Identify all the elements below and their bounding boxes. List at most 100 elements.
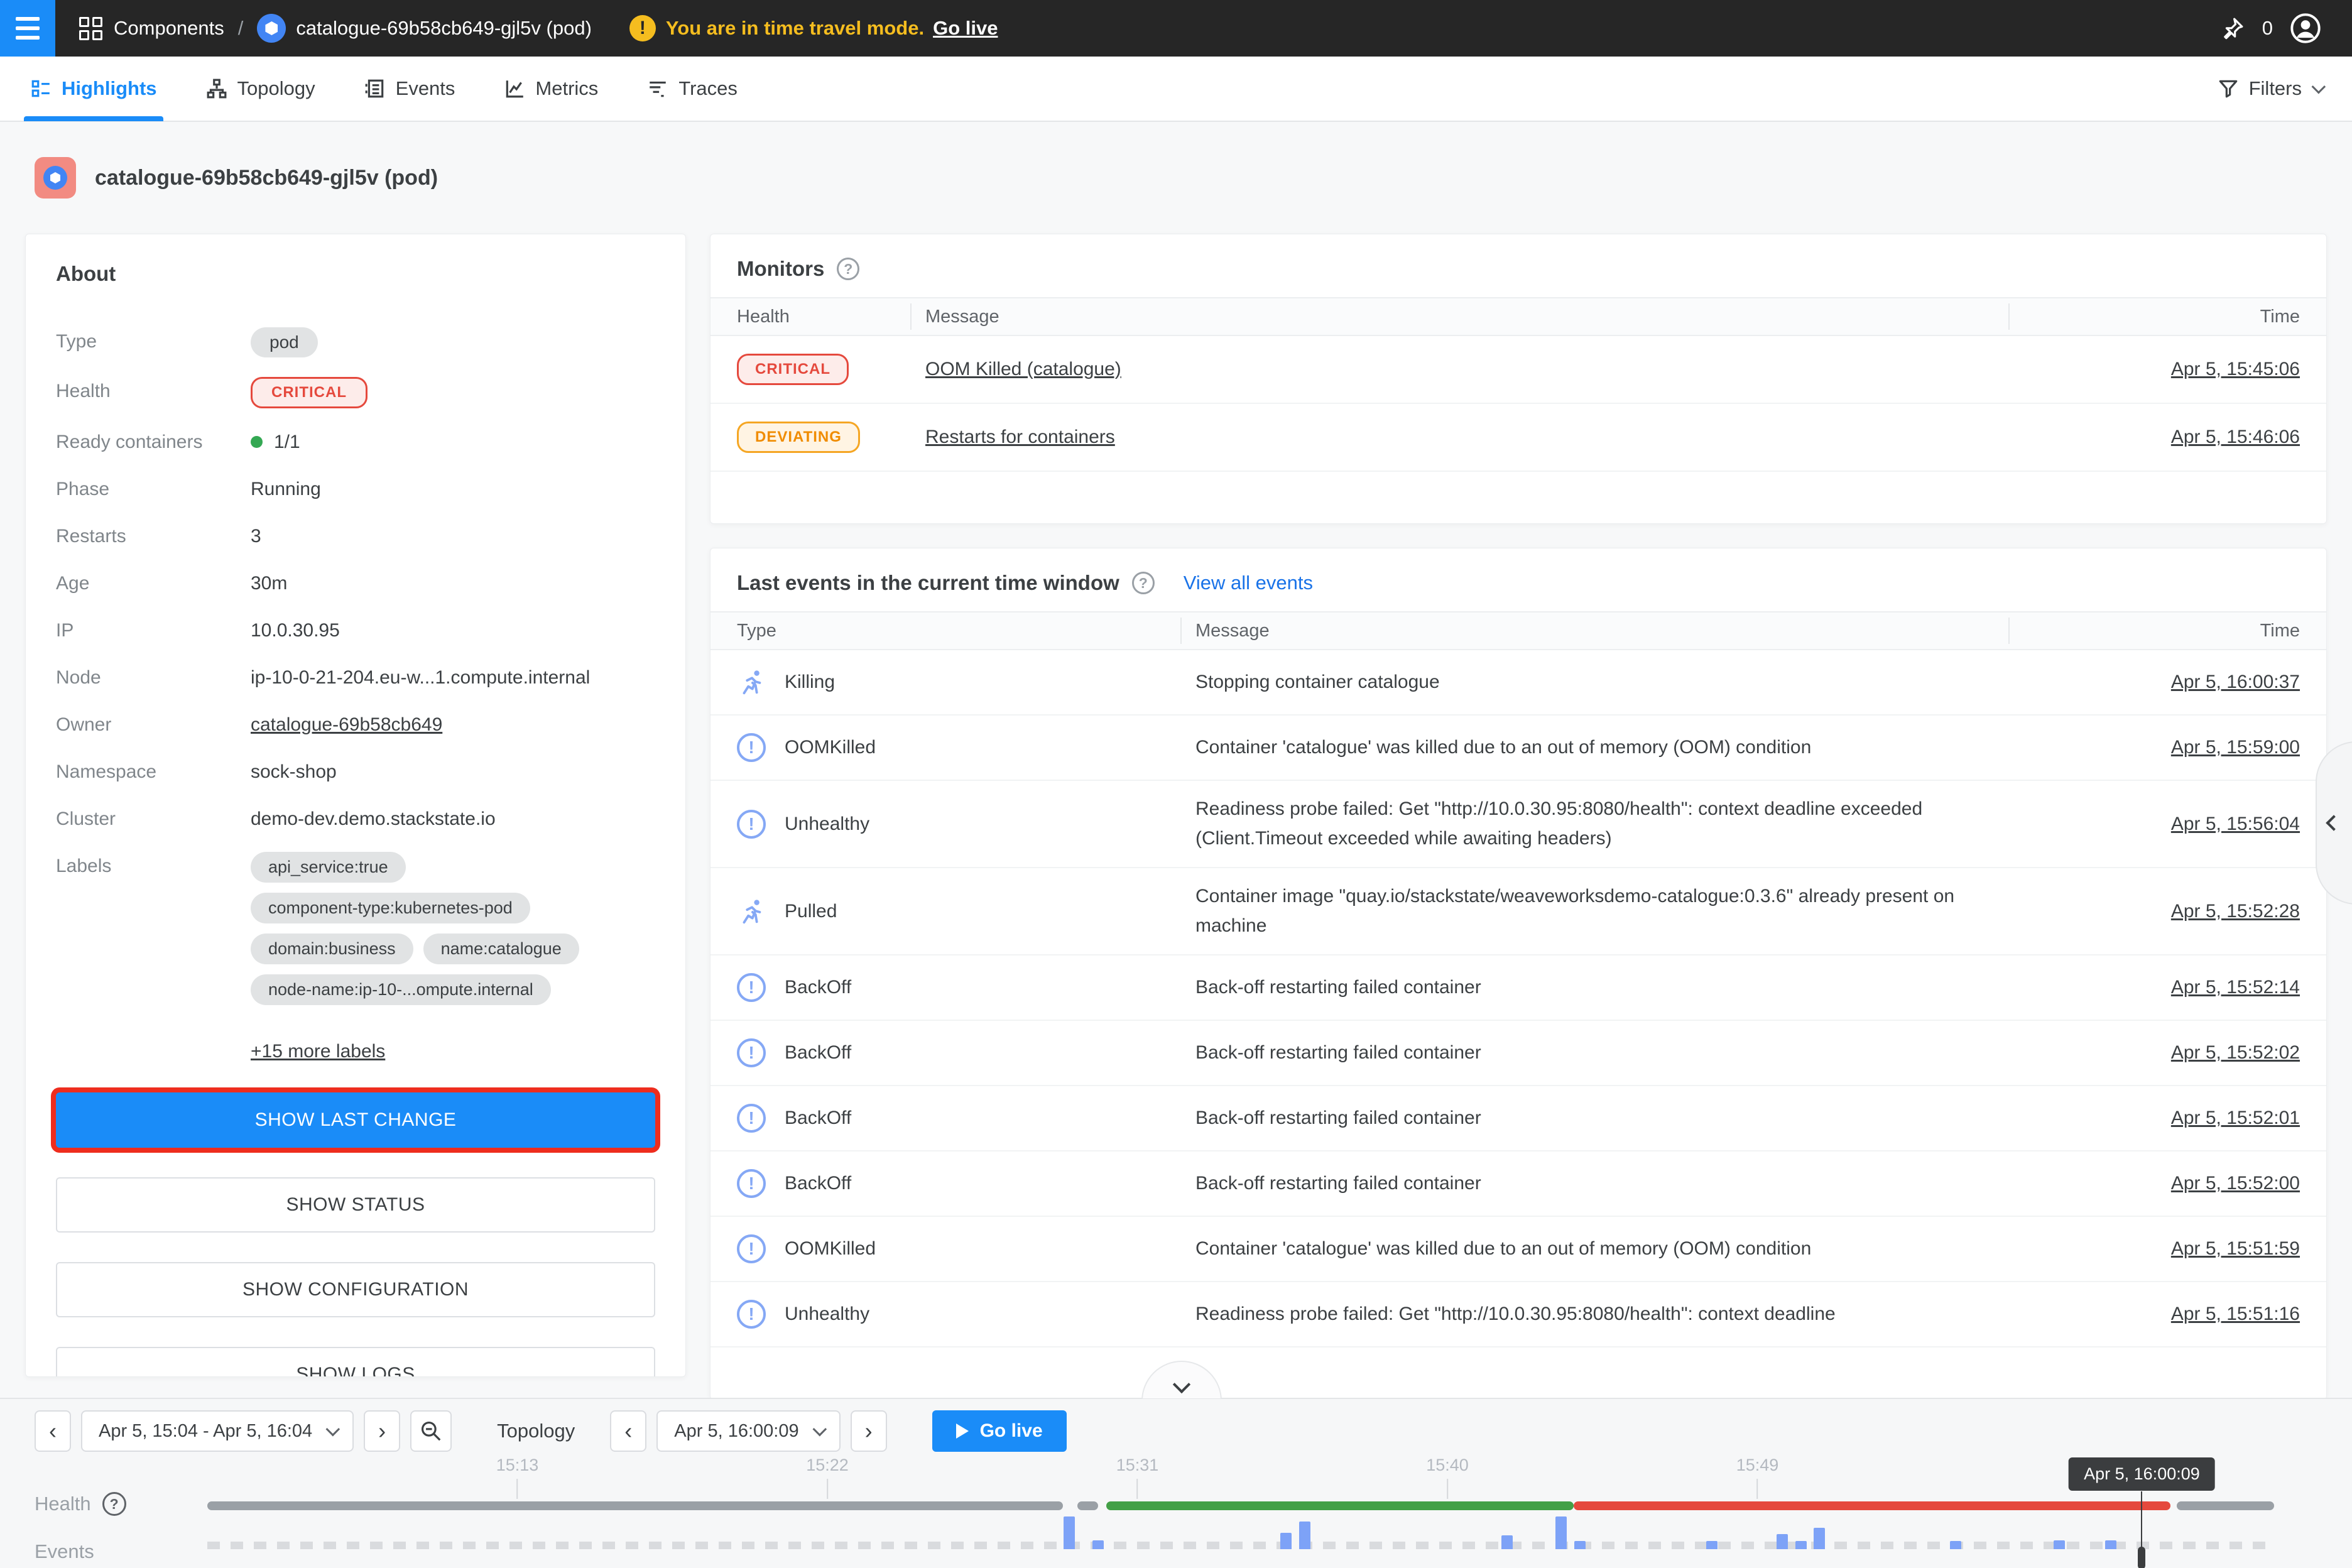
labels-pills: api_service:truecomponent-type:kubernete… bbox=[251, 852, 653, 1005]
go-live-link[interactable]: Go live bbox=[933, 17, 998, 40]
about-actions: SHOW LAST CHANGE SHOW STATUS SHOW CONFIGUR… bbox=[56, 1092, 655, 1377]
components-grid-icon bbox=[79, 17, 102, 40]
traces-icon bbox=[647, 78, 668, 99]
event-histogram-bar bbox=[1092, 1540, 1104, 1549]
table-row: ! BackOff Back-off restarting failed con… bbox=[710, 1152, 2326, 1217]
event-histogram-bar bbox=[1501, 1535, 1513, 1549]
help-icon[interactable]: ? bbox=[102, 1492, 126, 1516]
event-histogram-bar bbox=[1950, 1541, 1961, 1549]
tab-topology[interactable]: Topology bbox=[206, 56, 315, 121]
time-travel-warning-icon: ! bbox=[629, 15, 656, 41]
event-type-icon: ! bbox=[737, 1038, 766, 1067]
event-type: BackOff bbox=[785, 1042, 851, 1064]
range-prev-button[interactable]: ‹ bbox=[35, 1410, 71, 1452]
pin-icon[interactable] bbox=[2219, 15, 2246, 41]
marker-drag-handle[interactable] bbox=[2138, 1547, 2145, 1568]
timestamp-link[interactable]: Apr 5, 15:51:16 bbox=[2171, 1304, 2300, 1324]
about-row: Owner catalogue-69b58cb649 bbox=[56, 710, 655, 738]
timestamp-link[interactable]: Apr 5, 15:56:04 bbox=[2171, 814, 2300, 834]
axis-tick: 15:13 bbox=[496, 1456, 539, 1499]
label-pill: name:catalogue bbox=[423, 934, 579, 964]
table-row: ! BackOff Back-off restarting failed con… bbox=[710, 1021, 2326, 1086]
timestamp-link[interactable]: Apr 5, 15:52:02 bbox=[2171, 1042, 2300, 1063]
event-type-icon: ! bbox=[737, 1169, 766, 1198]
timestamp-link[interactable]: Apr 5, 15:52:00 bbox=[2171, 1173, 2300, 1194]
alert-circle-icon: ! bbox=[737, 1234, 766, 1263]
event-histogram-bar bbox=[1280, 1533, 1292, 1549]
chevron-down-icon bbox=[1173, 1376, 1190, 1393]
timestamp-link[interactable]: Apr 5, 16:00:37 bbox=[2171, 672, 2300, 692]
axis-tick: 15:22 bbox=[806, 1456, 849, 1499]
timestamp-link[interactable]: Apr 5, 15:52:14 bbox=[2171, 977, 2300, 998]
event-type: Unhealthy bbox=[785, 1304, 869, 1325]
monitors-panel: Monitors ? Health Message Time CRITICAL … bbox=[710, 234, 2327, 524]
timestamp-link[interactable]: Apr 5, 15:52:01 bbox=[2171, 1108, 2300, 1128]
timestamp-link[interactable]: Apr 5, 15:51:59 bbox=[2171, 1238, 2300, 1259]
monitor-link[interactable]: Restarts for containers bbox=[925, 427, 1115, 447]
timeline-chart[interactable]: 15:13 15:22 15:31 15:40 15:49 bbox=[207, 1399, 2274, 1568]
event-type-icon: ! bbox=[737, 897, 766, 926]
event-type: BackOff bbox=[785, 977, 851, 998]
breadcrumb-root[interactable]: Components bbox=[114, 17, 224, 40]
alert-circle-icon: ! bbox=[737, 733, 766, 762]
user-avatar-icon[interactable] bbox=[2289, 12, 2322, 45]
show-status-button[interactable]: SHOW STATUS bbox=[56, 1177, 655, 1233]
collapse-timeline-button[interactable] bbox=[1141, 1361, 1222, 1398]
table-row: ! Killing Stopping container catalogue A… bbox=[710, 650, 2326, 716]
about-row-labels: Labels api_service:truecomponent-type:ku… bbox=[56, 852, 655, 1005]
alert-circle-icon: ! bbox=[737, 1104, 766, 1133]
event-type-icon: ! bbox=[737, 668, 766, 697]
event-type-icon: ! bbox=[737, 733, 766, 762]
about-row: Ready containers 1/1 bbox=[56, 428, 655, 455]
monitor-link[interactable]: OOM Killed (catalogue) bbox=[925, 359, 1121, 379]
more-labels-link[interactable]: +15 more labels bbox=[251, 1041, 385, 1062]
label-pill: component-type:kubernetes-pod bbox=[251, 893, 530, 923]
timestamp-link[interactable]: Apr 5, 15:59:00 bbox=[2171, 737, 2300, 758]
monitors-title: Monitors bbox=[737, 257, 824, 281]
event-message: Back-off restarting failed container bbox=[1195, 1104, 1974, 1133]
about-row-value: catalogue-69b58cb649 bbox=[251, 710, 442, 736]
event-type: OOMKilled bbox=[785, 1238, 876, 1260]
help-icon[interactable]: ? bbox=[837, 258, 859, 280]
about-row-label: Cluster bbox=[56, 805, 251, 830]
highlights-icon bbox=[30, 78, 52, 99]
event-type-icon: ! bbox=[737, 1104, 766, 1133]
about-row-label: Phase bbox=[56, 475, 251, 500]
about-row: Age 30m bbox=[56, 569, 655, 597]
column-type: Type bbox=[737, 612, 1195, 649]
expand-right-panel-button[interactable] bbox=[2316, 741, 2352, 905]
event-histogram-bar bbox=[1795, 1541, 1807, 1549]
show-logs-button[interactable]: SHOW LOGS bbox=[56, 1347, 655, 1377]
about-row-label: Namespace bbox=[56, 758, 251, 783]
health-timeline[interactable] bbox=[207, 1501, 2274, 1510]
help-icon[interactable]: ? bbox=[1132, 572, 1155, 594]
event-message: Back-off restarting failed container bbox=[1195, 1169, 1974, 1199]
pod-component-icon bbox=[35, 157, 76, 199]
timestamp-link[interactable]: Apr 5, 15:46:06 bbox=[2171, 427, 2300, 447]
timestamp-link[interactable]: Apr 5, 15:45:06 bbox=[2171, 359, 2300, 379]
events-histogram[interactable] bbox=[207, 1510, 2274, 1549]
breadcrumb-current[interactable]: catalogue-69b58cb649-gjl5v (pod) bbox=[296, 17, 592, 40]
view-tabs: Highlights Topology Events Metrics Trace… bbox=[0, 57, 2352, 122]
filters-button[interactable]: Filters bbox=[2218, 77, 2322, 100]
pod-icon bbox=[257, 14, 286, 43]
about-row-value: 30m bbox=[251, 569, 287, 594]
view-all-events-link[interactable]: View all events bbox=[1184, 572, 1313, 594]
metrics-icon bbox=[504, 78, 525, 99]
event-type: BackOff bbox=[785, 1173, 851, 1194]
menu-icon[interactable] bbox=[0, 0, 55, 57]
event-type: BackOff bbox=[785, 1108, 851, 1129]
tab-metrics[interactable]: Metrics bbox=[504, 56, 598, 121]
alert-circle-icon: ! bbox=[737, 973, 766, 1002]
timestamp-link[interactable]: Apr 5, 15:52:28 bbox=[2171, 901, 2300, 922]
tab-highlights[interactable]: Highlights bbox=[30, 56, 157, 121]
event-type-icon: ! bbox=[737, 973, 766, 1002]
events-title: Last events in the current time window bbox=[737, 571, 1119, 595]
tab-events[interactable]: Events bbox=[364, 56, 455, 121]
timeline-panel: ‹ Apr 5, 15:04 - Apr 5, 16:04 › Topology… bbox=[0, 1398, 2352, 1568]
show-configuration-button[interactable]: SHOW CONFIGURATION bbox=[56, 1262, 655, 1317]
table-row: ! OOMKilled Container 'catalogue' was ki… bbox=[710, 1217, 2326, 1282]
show-last-change-button[interactable]: SHOW LAST CHANGE bbox=[56, 1092, 655, 1148]
tab-traces[interactable]: Traces bbox=[647, 56, 738, 121]
alert-circle-icon: ! bbox=[737, 1300, 766, 1329]
